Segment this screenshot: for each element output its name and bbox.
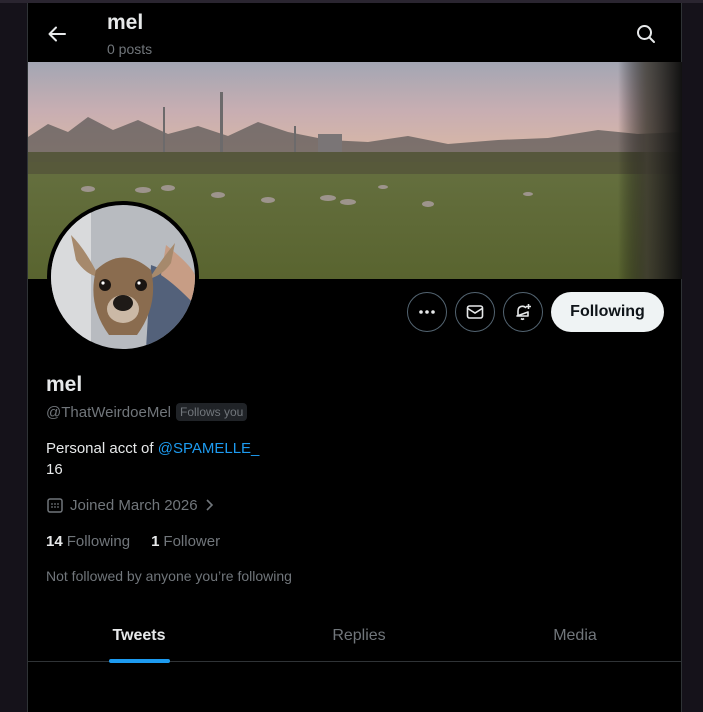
bio-mention-link[interactable]: @SPAMELLE_	[158, 440, 260, 457]
active-tab-indicator	[109, 659, 170, 663]
not-followed-note: Not followed by anyone you’re following	[46, 568, 292, 584]
following-label: Following	[66, 533, 131, 550]
profile-tabs: Tweets Replies Media	[28, 609, 682, 663]
profile-column: mel 0 posts Following mel @ThatWeirdoeMe…	[27, 3, 682, 712]
followers-count: 1	[151, 533, 160, 550]
notify-button[interactable]	[503, 292, 543, 332]
search-icon	[637, 25, 655, 43]
calendar-icon	[47, 498, 63, 513]
tab-replies[interactable]: Replies	[250, 609, 468, 662]
profile-bio: Personal acct of @SPAMELLE_ 16	[46, 438, 259, 480]
following-button[interactable]: Following	[551, 292, 664, 332]
profile-handle: @ThatWeirdoeMel	[46, 403, 171, 421]
joined-text: Joined March 2026	[70, 496, 198, 514]
more-button[interactable]	[407, 292, 447, 332]
followers-label: Follower	[163, 533, 221, 550]
search-button[interactable]	[631, 19, 661, 49]
profile-actions: Following	[28, 292, 681, 334]
joined-date[interactable]: Joined March 2026	[46, 496, 216, 514]
follows-you-badge: Follows you	[176, 403, 248, 421]
tab-media[interactable]: Media	[468, 609, 682, 662]
profile-name: mel	[46, 373, 83, 396]
bio-line-1: Personal acct of @SPAMELLE_	[46, 438, 259, 459]
follow-stats: 14 Following 1 Follower	[46, 533, 241, 550]
post-count: 0 posts	[107, 41, 153, 57]
bell-plus-icon	[516, 304, 531, 321]
chevron-right-icon	[206, 499, 213, 511]
more-dots-icon	[419, 310, 435, 314]
back-button[interactable]	[42, 19, 72, 49]
bio-line-2: 16	[46, 461, 63, 478]
profile-header: mel 0 posts	[28, 3, 681, 61]
tab-tweets[interactable]: Tweets	[28, 609, 250, 662]
bio-text: Personal acct of	[46, 440, 158, 457]
handle-row: @ThatWeirdoeMel Follows you	[46, 403, 248, 421]
arrow-left-icon	[48, 26, 66, 42]
message-button[interactable]	[455, 292, 495, 332]
followers-count-link[interactable]: 1 Follower	[151, 533, 220, 550]
envelope-icon	[466, 305, 484, 319]
following-count: 14	[46, 533, 63, 550]
header-title: mel	[107, 11, 144, 34]
following-count-link[interactable]: 14 Following	[46, 533, 130, 550]
